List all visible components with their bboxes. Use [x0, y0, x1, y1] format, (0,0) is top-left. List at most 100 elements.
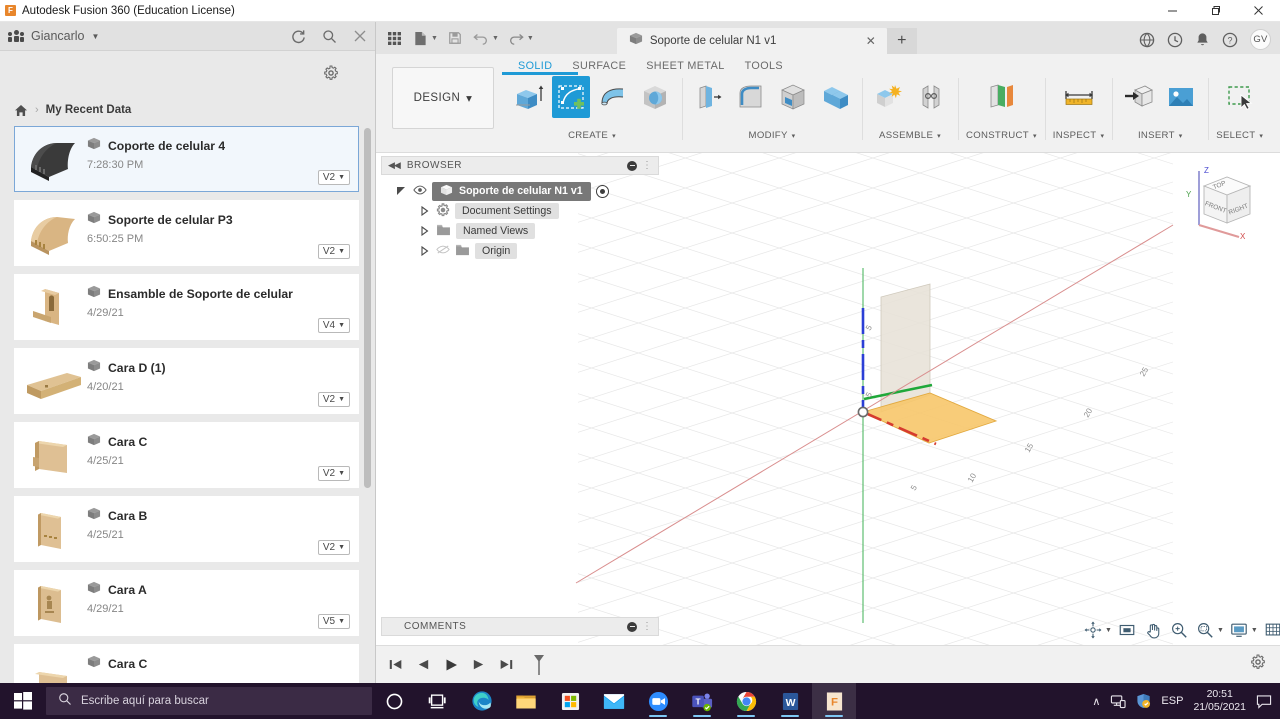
chevron-down-icon[interactable]: ▼	[492, 35, 499, 42]
google-chrome-icon[interactable]	[724, 683, 768, 719]
chevron-down-icon[interactable]: ▾	[937, 132, 941, 140]
security-shield-icon[interactable]	[1136, 693, 1151, 709]
undo-icon[interactable]	[469, 26, 493, 50]
refresh-icon[interactable]	[291, 29, 306, 44]
fusion-360-icon[interactable]: F	[812, 683, 856, 719]
microsoft-store-icon[interactable]	[548, 683, 592, 719]
chevron-down-icon[interactable]: ▾	[1259, 132, 1263, 140]
expand-triangle-icon[interactable]	[418, 206, 431, 216]
timeline-marker-icon[interactable]	[531, 653, 547, 677]
chevron-down-icon[interactable]: ▼	[1217, 627, 1224, 634]
measure-tool[interactable]	[1060, 76, 1098, 118]
shell-tool[interactable]	[774, 76, 812, 118]
job-status-icon[interactable]	[1139, 32, 1155, 48]
panel-grip-icon[interactable]: ⋮	[642, 160, 652, 171]
browser-node-origin[interactable]: Origin	[381, 241, 659, 261]
recent-data-list[interactable]: Coporte de celular 4 7:28:30 PM V2 ▼ Soporte…	[0, 126, 375, 683]
chevron-down-icon[interactable]: ▼	[1251, 627, 1258, 634]
microsoft-teams-icon[interactable]: T	[680, 683, 724, 719]
task-view-icon[interactable]	[416, 683, 460, 719]
chevron-down-icon[interactable]: ▾	[792, 132, 796, 140]
chevron-down-icon[interactable]: ▾	[612, 132, 616, 140]
data-panel-scrollbar[interactable]	[364, 128, 371, 488]
list-item[interactable]: Cara B 4/25/21 V2 ▼	[14, 496, 359, 562]
close-button[interactable]	[1237, 0, 1280, 22]
look-at-icon[interactable]	[1118, 621, 1136, 639]
step-forward-button[interactable]	[471, 657, 486, 672]
app-grid-icon[interactable]	[382, 26, 406, 50]
help-icon[interactable]: ?	[1222, 32, 1238, 48]
new-component-tool[interactable]	[870, 76, 908, 118]
sphere-tool[interactable]	[636, 76, 674, 118]
combine-tool[interactable]	[816, 76, 854, 118]
action-center-icon[interactable]	[1256, 694, 1272, 709]
list-item[interactable]: Cara C	[14, 644, 359, 683]
comments-panel[interactable]: COMMENTS ⋮	[381, 617, 659, 636]
close-icon[interactable]: ✕	[861, 34, 881, 48]
recent-clock-icon[interactable]	[1167, 32, 1183, 48]
cortana-icon[interactable]	[372, 683, 416, 719]
chevron-down-icon[interactable]: ▾	[1100, 132, 1104, 140]
canvas-tool[interactable]	[1162, 76, 1200, 118]
workspace-selector[interactable]: DESIGN ▾	[392, 67, 494, 129]
revolve-tool[interactable]	[594, 76, 632, 118]
edge-icon[interactable]	[460, 683, 504, 719]
windows-start-icon[interactable]	[0, 683, 46, 719]
activate-radio-icon[interactable]	[595, 184, 609, 198]
chevron-down-icon[interactable]: ▾	[1179, 132, 1183, 140]
list-item[interactable]: Ensamble de Soporte de celular 4/29/21 V4 ▼	[14, 274, 359, 340]
viewport-canvas[interactable]: 5 5 5 10 15 20 25 ◀◀ BROWSER ⋮ Soporte d…	[376, 153, 1280, 645]
grid-snaps-icon[interactable]	[1264, 621, 1280, 639]
file-explorer-icon[interactable]	[504, 683, 548, 719]
list-item[interactable]: Cara C 4/25/21 V2 ▼	[14, 422, 359, 488]
tray-expand-chevron-icon[interactable]: ∧	[1092, 695, 1100, 708]
go-to-end-button[interactable]	[498, 657, 514, 672]
offset-plane-tool[interactable]	[982, 76, 1020, 118]
browser-root-row[interactable]: Soporte de celular N1 v1	[381, 181, 659, 201]
version-badge[interactable]: V2 ▼	[317, 466, 350, 481]
panel-grip-icon[interactable]: ⋮	[642, 621, 652, 632]
list-item[interactable]: Cara D (1) 4/20/21 V2 ▼	[14, 348, 359, 414]
browser-node-document-settings[interactable]: Document Settings	[381, 201, 659, 221]
collapse-left-icon[interactable]: ◀◀	[388, 160, 401, 171]
network-icon[interactable]	[1110, 694, 1127, 709]
expanded-triangle-icon[interactable]	[395, 186, 408, 196]
create-sketch-tool[interactable]	[552, 76, 590, 118]
version-badge[interactable]: V4 ▼	[317, 318, 350, 333]
search-icon[interactable]	[322, 29, 337, 44]
browser-node-named-views[interactable]: Named Views	[381, 221, 659, 241]
version-badge[interactable]: V5 ▼	[317, 614, 350, 629]
gear-icon[interactable]	[323, 65, 339, 86]
version-badge[interactable]: V2 ▼	[317, 170, 350, 185]
search-input[interactable]: Escribe aquí para buscar	[46, 687, 372, 715]
gear-icon[interactable]	[1250, 654, 1266, 675]
user-name[interactable]: Giancarlo	[31, 29, 85, 43]
bell-icon[interactable]	[1195, 32, 1210, 48]
expand-triangle-icon[interactable]	[418, 246, 431, 256]
insert-derive-tool[interactable]	[1120, 76, 1158, 118]
press-pull-tool[interactable]	[690, 76, 728, 118]
language-indicator[interactable]: ESP	[1161, 695, 1183, 707]
panel-options-icon[interactable]	[627, 160, 637, 171]
joint-tool[interactable]	[912, 76, 950, 118]
new-tab-button[interactable]: +	[886, 28, 917, 54]
extrude-tool[interactable]	[510, 76, 548, 118]
go-to-beginning-button[interactable]	[388, 657, 404, 672]
ribbon-tab-sheet-metal[interactable]: SHEET METAL	[636, 58, 734, 74]
mail-icon[interactable]	[592, 683, 636, 719]
version-badge[interactable]: V2 ▼	[317, 540, 350, 555]
maximize-button[interactable]	[1194, 0, 1237, 22]
microsoft-word-icon[interactable]: W	[768, 683, 812, 719]
expand-triangle-icon[interactable]	[418, 226, 431, 236]
panel-options-icon[interactable]	[627, 621, 637, 632]
view-cube[interactable]: Z X Y TOP FRONT RIGHT	[1182, 161, 1258, 248]
version-badge[interactable]: V2 ▼	[317, 244, 350, 259]
chevron-down-icon[interactable]: ▾	[1033, 132, 1037, 140]
close-panel-icon[interactable]	[353, 29, 367, 43]
zoom-icon[interactable]	[636, 683, 680, 719]
clock[interactable]: 20:51 21/05/2021	[1193, 688, 1246, 714]
chevron-down-icon[interactable]: ▼	[1105, 627, 1112, 634]
select-window-tool[interactable]	[1221, 76, 1259, 118]
save-icon[interactable]	[443, 26, 467, 50]
step-back-button[interactable]	[416, 657, 431, 672]
